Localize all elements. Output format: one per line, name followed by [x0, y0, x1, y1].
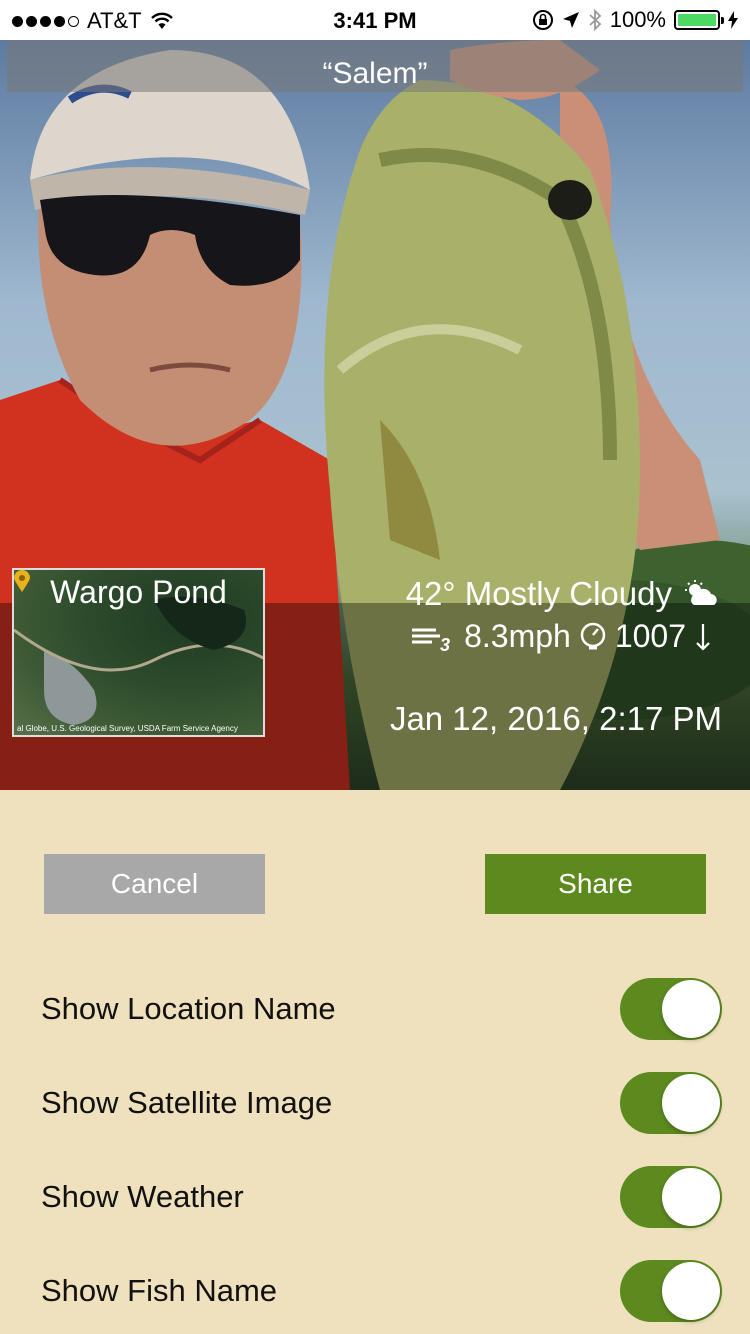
status-right: 100%	[532, 7, 738, 33]
toggle-label: Show Location Name	[41, 991, 336, 1026]
barometer-icon	[580, 622, 606, 649]
location-name: Wargo Pond	[50, 574, 227, 610]
switch-knob	[662, 980, 720, 1038]
toggle-row-fish-name: Show Fish Name	[0, 1260, 750, 1330]
svg-text:3: 3	[440, 635, 450, 652]
toggle-row-location-name: Show Location Name	[0, 978, 750, 1048]
switch-knob	[662, 1074, 720, 1132]
satellite-map-thumbnail: Wargo Pond al Globe, U.S. Geological Sur…	[12, 568, 265, 737]
pressure-value: 1007	[614, 618, 686, 654]
switch-knob	[662, 1168, 720, 1226]
pressure-falling-arrow-icon	[696, 623, 710, 651]
wifi-icon	[150, 12, 173, 29]
toggle-label: Show Weather	[41, 1179, 244, 1214]
wind-pressure-row: 3 8.3mph 1007	[410, 618, 712, 655]
toggle-label: Show Satellite Image	[41, 1085, 333, 1120]
map-attribution: al Globe, U.S. Geological Survey, USDA F…	[17, 724, 238, 733]
show-fish-name-switch[interactable]	[620, 1260, 722, 1322]
toggle-label: Show Fish Name	[41, 1273, 278, 1308]
toggle-row-weather: Show Weather	[0, 1166, 750, 1236]
toggle-row-satellite-image: Show Satellite Image	[0, 1072, 750, 1142]
weather-row: 42° Mostly Cloudy	[406, 575, 720, 613]
show-location-name-switch[interactable]	[620, 978, 722, 1040]
show-satellite-image-switch[interactable]	[620, 1072, 722, 1134]
switch-knob	[662, 1262, 720, 1320]
charging-bolt-icon	[728, 11, 738, 29]
carrier-name: AT&T	[87, 8, 142, 33]
battery-icon	[674, 10, 724, 30]
status-left: AT&T	[12, 8, 174, 34]
bluetooth-icon	[589, 9, 602, 31]
weather-text: 42° Mostly Cloudy	[405, 575, 672, 612]
fish-name-label: “Salem”	[7, 40, 743, 92]
rotation-lock-icon	[532, 10, 553, 30]
wind-speed: 8.3mph	[464, 618, 571, 654]
signal-strength-icon	[12, 15, 79, 27]
catch-datetime: Jan 12, 2016, 2:17 PM	[389, 700, 722, 737]
cancel-button[interactable]: Cancel	[44, 854, 265, 914]
show-weather-switch[interactable]	[620, 1166, 722, 1228]
status-bar: AT&T 3:41 PM 100%	[0, 0, 750, 40]
battery-percent: 100%	[609, 7, 666, 32]
share-button[interactable]: Share	[485, 854, 706, 914]
wind-icon: 3	[412, 628, 450, 652]
partly-cloudy-icon	[685, 580, 717, 605]
location-arrow-icon	[562, 12, 579, 28]
map-pin-icon	[14, 570, 30, 592]
